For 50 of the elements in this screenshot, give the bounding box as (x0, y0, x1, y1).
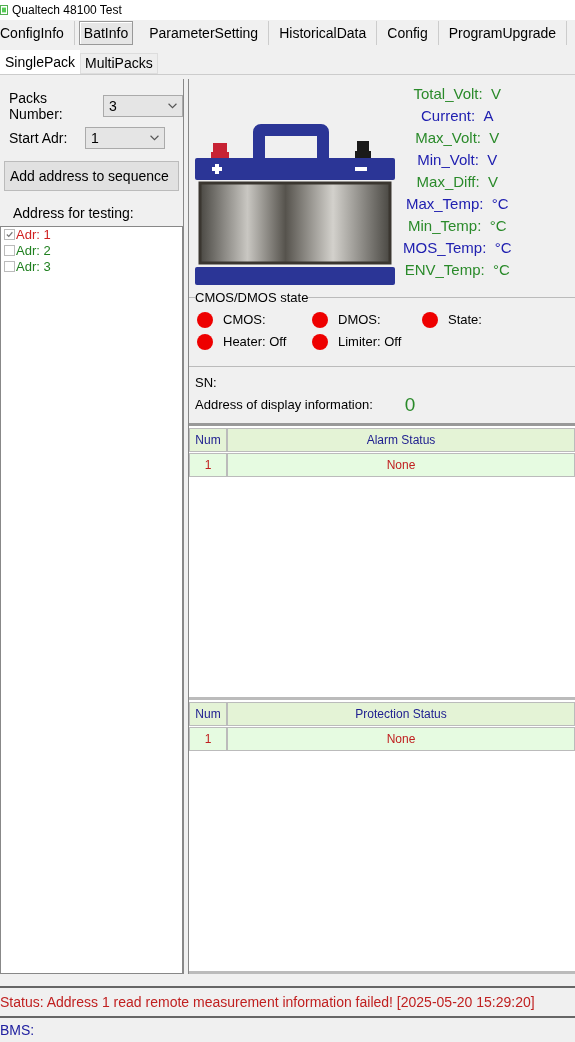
reading-label: Max_Diff: V (416, 171, 498, 192)
reading-label: Max_Temp: °C (405, 193, 509, 214)
reading-label: Max_Volt: V (415, 127, 500, 148)
status-message: Status: Address 1 read remote measurement information failed! [2025-05-20 15:29:20] (0, 986, 575, 1018)
add-address-button[interactable]: Add address to sequence (4, 160, 179, 191)
tab[interactable]: ConfigInfo (0, 20, 75, 45)
tab[interactable]: MultiPacks (80, 52, 158, 74)
led-label: CMOS: (223, 312, 266, 328)
column-header: Alarm Status (227, 427, 575, 452)
column-header: Protection Status (227, 701, 575, 726)
reading-label: Min_Volt: V (417, 149, 498, 170)
reading-label: Current: A (421, 105, 494, 126)
window-title: Qualtech 48100 Test (12, 3, 122, 17)
tab[interactable]: HistoricalData (269, 20, 378, 45)
sn-label: SN: (195, 374, 218, 390)
led-label: Limiter: Off (338, 334, 402, 350)
table-cell: 1 (189, 726, 227, 751)
table-cell: None (227, 726, 575, 751)
packs-number-dropdown[interactable]: 3 (103, 94, 183, 117)
address-label[interactable]: Adr: 3 (16, 259, 51, 275)
address-label: Address of display information: (195, 397, 373, 413)
list-label: Address for testing: (13, 204, 135, 221)
column-header: Num (189, 427, 227, 452)
checkbox[interactable] (4, 229, 15, 241)
reading-label: MOS_Temp: °C (403, 237, 512, 258)
column-header: Num (189, 701, 227, 726)
tab[interactable]: ProgramUpgrade (438, 20, 568, 45)
address-label[interactable]: Adr: 1 (16, 227, 51, 243)
address-label[interactable]: Adr: 2 (16, 243, 51, 259)
reading-label: Total_Volt: V (413, 83, 502, 104)
checkbox[interactable] (4, 245, 15, 257)
field-label: Start Adr: (9, 129, 69, 146)
tab[interactable]: SinglePack (0, 49, 81, 74)
bms-label: BMS: (0, 1021, 36, 1040)
field-label: Packs Number: (9, 89, 64, 122)
tab[interactable]: Config (377, 20, 439, 45)
address-value: 0 (404, 393, 416, 416)
tab[interactable]: BatInfo (78, 20, 134, 45)
table-cell: None (227, 452, 575, 477)
checkbox[interactable] (4, 261, 15, 273)
led-label: State: (448, 312, 482, 328)
caret-icon (168, 102, 177, 109)
caret-icon (150, 134, 159, 141)
led-label: DMOS: (338, 312, 381, 328)
led-label: Heater: Off (223, 334, 287, 350)
table-cell: 1 (189, 452, 227, 477)
start-address-dropdown[interactable]: 1 (85, 126, 165, 149)
reading-label: Min_Temp: °C (408, 215, 507, 236)
tab[interactable]: ParameterSetting (139, 20, 270, 45)
reading-label: ENV_Temp: °C (404, 259, 510, 280)
